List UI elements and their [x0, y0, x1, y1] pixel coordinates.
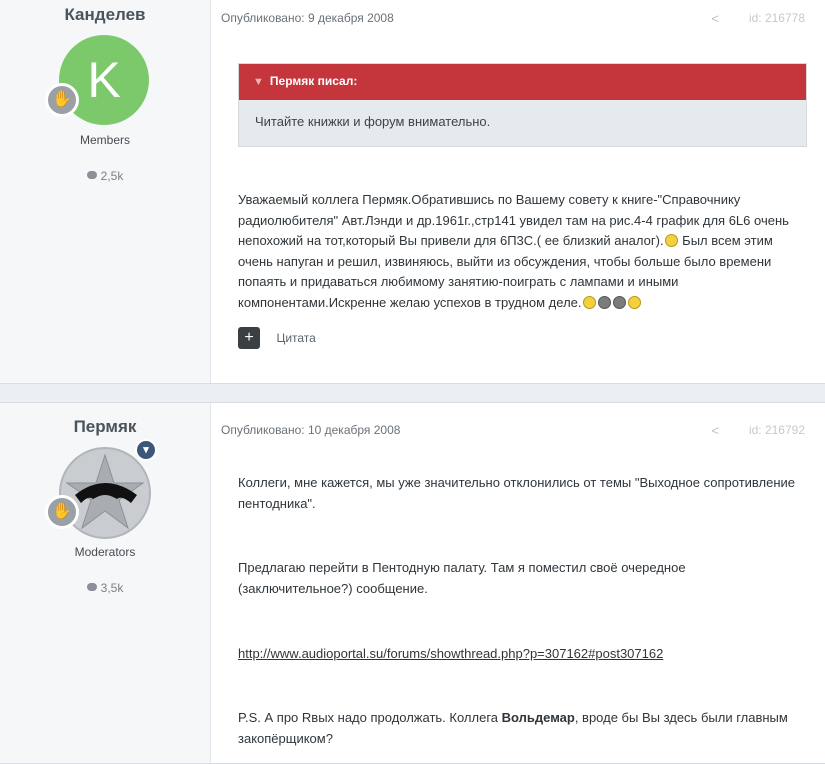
drinks-icon [597, 295, 611, 309]
comment-icon [86, 583, 97, 591]
author-name[interactable]: Канделев [0, 5, 210, 25]
quote-text: Читайте книжки и форум внимательно. [255, 114, 491, 129]
chevron-down-icon: ▼ [253, 76, 264, 88]
author-name[interactable]: Пермяк [0, 417, 210, 437]
smiley-icon [627, 295, 641, 309]
sad-smiley-icon [664, 234, 678, 248]
post-id[interactable]: id: 216778 [749, 11, 805, 25]
post-meta: Опубликовано: 9 декабря 2008 < id: 21677… [221, 11, 805, 26]
post-id[interactable]: id: 216792 [749, 423, 805, 437]
mention-user[interactable]: Вольдемар [502, 710, 575, 725]
ps-text-before: P.S. А про Rвых надо продолжать. Коллега [238, 710, 502, 725]
drinks-icon [612, 295, 626, 309]
post-count: 2,5k [0, 169, 210, 183]
post-meta: Опубликовано: 10 декабря 2008 < id: 2167… [221, 423, 805, 438]
quote-block: ▼ Пермяк писал: Читайте книжки и форум вн… [238, 63, 807, 147]
rank-badge-icon: ✋ [45, 83, 79, 117]
share-icon[interactable]: < [711, 11, 719, 26]
post-body: Уважаемый коллега Пермяк.Обратившись по … [238, 190, 798, 314]
user-group: Members [79, 133, 130, 147]
post-link[interactable]: http://www.audioportal.su/forums/showthr… [238, 646, 663, 661]
quote-header[interactable]: ▼ Пермяк писал: [239, 64, 806, 100]
post-count-value: 3,5k [100, 581, 124, 595]
post-date: Опубликовано: 9 декабря 2008 [221, 11, 394, 25]
post-paragraph: http://www.audioportal.su/forums/showthr… [238, 644, 798, 665]
post: Пермяк ✋ ▾ Moderators 3,5k Опубликовано:… [0, 402, 825, 764]
post-toolbar: + Цитата [238, 327, 316, 349]
post-ps: P.S. А про Rвых надо продолжать. Коллега… [238, 708, 798, 749]
user-group: Moderators [74, 545, 136, 559]
multiquote-plus-button[interactable]: + [238, 327, 260, 349]
quote-author: Пермяк писал: [269, 74, 358, 88]
moderator-shield-icon: ▾ [135, 439, 157, 461]
post-paragraph: Коллеги, мне кажется, мы уже значительно… [238, 475, 796, 511]
avatar-container: ✋ ▾ [45, 439, 157, 539]
author-panel: Канделев K ✋ Members 2,5k [0, 0, 211, 383]
author-panel: Пермяк ✋ ▾ Moderators 3,5k [0, 403, 211, 763]
avatar-container: K ✋ [45, 35, 151, 127]
post-count: 3,5k [0, 581, 210, 595]
comment-icon [86, 171, 97, 179]
smiley-icon [582, 295, 596, 309]
post-paragraph: Предлагаю перейти в Пентодную палату. Та… [238, 560, 686, 596]
avatar[interactable] [59, 447, 151, 539]
post-date: Опубликовано: 10 декабря 2008 [221, 423, 401, 437]
post-count-value: 2,5k [100, 169, 124, 183]
share-icon[interactable]: < [711, 423, 719, 438]
rank-badge-icon: ✋ [45, 495, 79, 529]
post: Канделев K ✋ Members 2,5k Опубликовано: … [0, 0, 825, 384]
quote-button[interactable]: Цитата [276, 331, 315, 345]
